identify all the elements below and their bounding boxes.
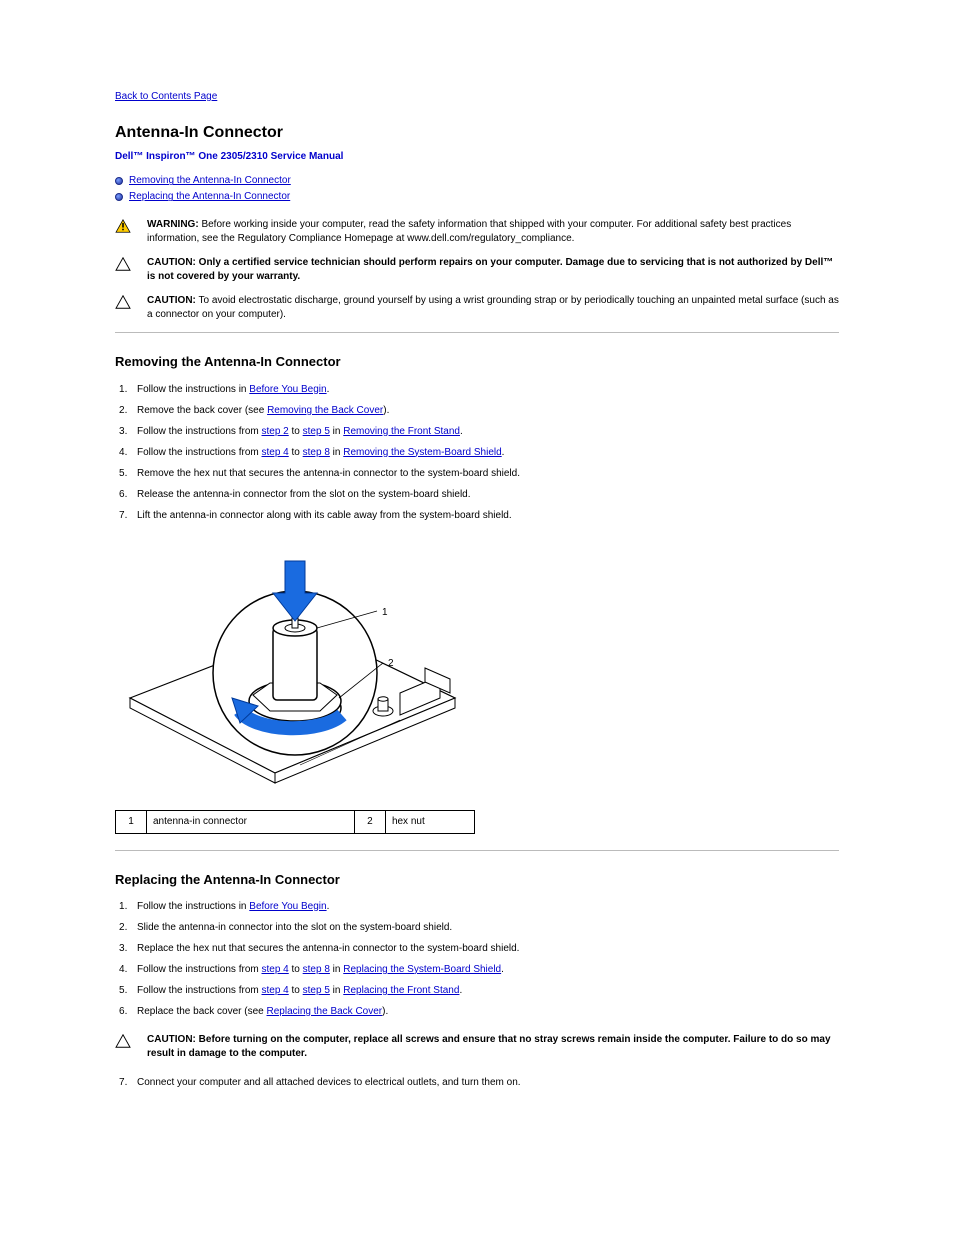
legend-num: 1 xyxy=(116,810,147,833)
link-remove-front-stand[interactable]: Removing the Front Stand xyxy=(343,426,460,437)
link-replace-front-stand[interactable]: Replacing the Front Stand xyxy=(343,985,459,996)
remove-steps: Follow the instructions in Before You Be… xyxy=(115,382,839,523)
link-step[interactable]: step 4 xyxy=(262,985,289,996)
replace-steps-a: Follow the instructions in Before You Be… xyxy=(115,899,839,1019)
legend-num: 2 xyxy=(354,810,385,833)
caution-label-1: CAUTION: xyxy=(147,257,196,268)
figure-antenna-connector: 1 2 xyxy=(120,543,839,798)
link-replace-back-cover[interactable]: Replacing the Back Cover xyxy=(267,1006,383,1017)
caution-icon xyxy=(115,295,131,309)
list-item: Connect your computer and all attached d… xyxy=(115,1075,839,1090)
link-step[interactable]: step 4 xyxy=(262,447,289,458)
list-item: Slide the antenna-in connector into the … xyxy=(115,920,839,935)
list-item: Replace the hex nut that secures the ant… xyxy=(115,941,839,956)
caution-alert-2: CAUTION: To avoid electrostatic discharg… xyxy=(115,294,839,322)
link-remove-sb-shield[interactable]: Removing the System-Board Shield xyxy=(343,447,501,458)
toc-link-remove[interactable]: Removing the Antenna-In Connector xyxy=(129,175,291,186)
list-item: Follow the instructions in Before You Be… xyxy=(115,899,839,914)
back-to-contents-link[interactable]: Back to Contents Page xyxy=(115,90,839,104)
caution-text-1: Only a certified service technician shou… xyxy=(147,257,833,282)
caution-text-2: To avoid electrostatic discharge, ground… xyxy=(147,295,839,320)
legend-label: hex nut xyxy=(385,810,474,833)
svg-text:2: 2 xyxy=(388,658,394,669)
page-title: Antenna-In Connector xyxy=(115,122,839,144)
list-item: Remove the hex nut that secures the ante… xyxy=(115,466,839,481)
link-step[interactable]: step 4 xyxy=(262,964,289,975)
section-heading-remove: Removing the Antenna-In Connector xyxy=(115,353,839,371)
list-item: Follow the instructions from step 4 to s… xyxy=(115,962,839,977)
link-replace-sb-shield[interactable]: Replacing the System-Board Shield xyxy=(343,964,501,975)
link-step[interactable]: step 5 xyxy=(303,985,330,996)
list-item: Follow the instructions from step 2 to s… xyxy=(115,424,839,439)
list-item: Replace the back cover (see Replacing th… xyxy=(115,1004,839,1019)
warning-label: WARNING: xyxy=(147,219,199,230)
replace-steps-b: Connect your computer and all attached d… xyxy=(115,1075,839,1090)
link-before-you-begin[interactable]: Before You Begin xyxy=(249,384,326,395)
section-heading-replace: Replacing the Antenna-In Connector xyxy=(115,871,839,889)
caution-alert-replace: CAUTION: Before turning on the computer,… xyxy=(115,1033,839,1061)
figure-legend-table: 1 antenna-in connector 2 hex nut xyxy=(115,810,475,834)
list-item: Release the antenna-in connector from th… xyxy=(115,487,839,502)
caution-text-replace: Before turning on the computer, replace … xyxy=(147,1034,831,1059)
caution-icon xyxy=(115,1034,131,1048)
list-item: Follow the instructions from step 4 to s… xyxy=(115,445,839,460)
caution-label-2: CAUTION: xyxy=(147,295,196,306)
caution-alert-1: CAUTION: Only a certified service techni… xyxy=(115,256,839,284)
warning-text: Before working inside your computer, rea… xyxy=(147,219,791,244)
link-step[interactable]: step 8 xyxy=(303,964,330,975)
toc-link-replace[interactable]: Replacing the Antenna-In Connector xyxy=(129,191,290,202)
caution-label-replace: CAUTION: xyxy=(147,1034,196,1045)
list-item: Remove the back cover (see Removing the … xyxy=(115,403,839,418)
link-step[interactable]: step 5 xyxy=(303,426,330,437)
warning-icon xyxy=(115,219,131,233)
list-item: Follow the instructions in Before You Be… xyxy=(115,382,839,397)
manual-subtitle: Dell™ Inspiron™ One 2305/2310 Service Ma… xyxy=(115,150,839,164)
link-before-you-begin[interactable]: Before You Begin xyxy=(249,901,326,912)
caution-icon xyxy=(115,257,131,271)
link-remove-back-cover[interactable]: Removing the Back Cover xyxy=(267,405,383,416)
page-toc: Removing the Antenna-In Connector Replac… xyxy=(115,174,839,204)
list-item: Lift the antenna-in connector along with… xyxy=(115,508,839,523)
legend-label: antenna-in connector xyxy=(147,810,355,833)
list-item: Follow the instructions from step 4 to s… xyxy=(115,983,839,998)
link-step[interactable]: step 2 xyxy=(262,426,289,437)
divider xyxy=(115,332,839,333)
divider xyxy=(115,850,839,851)
link-step[interactable]: step 8 xyxy=(303,447,330,458)
svg-text:1: 1 xyxy=(382,607,388,618)
warning-alert: WARNING: Before working inside your comp… xyxy=(115,218,839,246)
